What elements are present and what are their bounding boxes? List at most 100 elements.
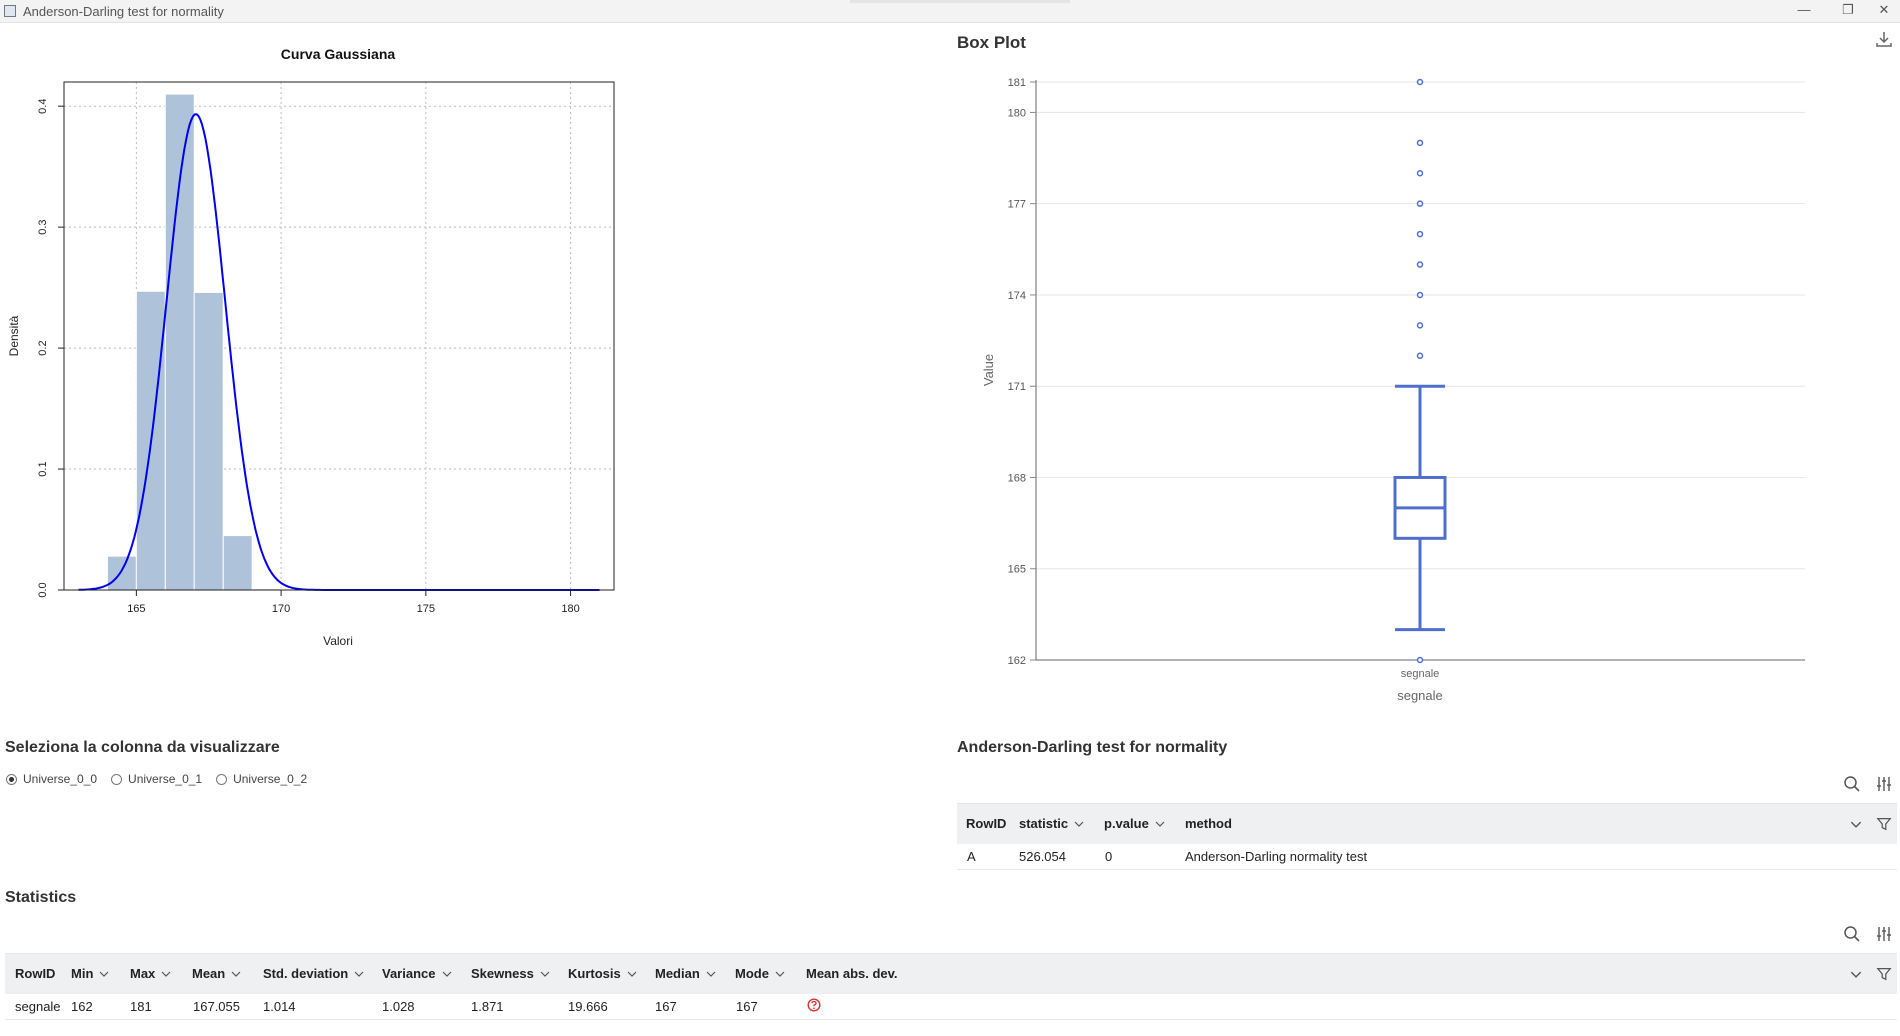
boxplot-y-axis-label: Value [981, 354, 996, 386]
column-header-method[interactable]: method [1185, 816, 1232, 831]
chevron-down-icon[interactable] [442, 971, 452, 977]
outlier-point[interactable] [1416, 261, 1424, 268]
search-icon[interactable] [1843, 775, 1861, 793]
warning-icon[interactable] [807, 998, 821, 1012]
column-radio-group: Universe_0_0 Universe_0_1 Universe_0_2 [6, 772, 307, 786]
y-tick-label: 174 [1008, 290, 1026, 302]
radio-button[interactable] [216, 773, 228, 785]
column-header-mode[interactable]: Mode [735, 966, 785, 981]
chevron-down-icon[interactable] [161, 971, 171, 977]
close-button[interactable]: ✕ [1866, 0, 1900, 22]
cell-mean: 167.055 [193, 999, 240, 1014]
boxplot-category-label: segnale [1401, 668, 1440, 680]
chevron-down-icon[interactable] [354, 971, 364, 977]
outlier-point[interactable] [1416, 78, 1424, 86]
chevron-down-icon[interactable] [540, 971, 550, 977]
filter-icon[interactable] [1876, 816, 1892, 832]
cell-rowid: A [967, 849, 976, 864]
y-tick-label: 181 [1008, 77, 1026, 89]
cell-mean-abs-dev [807, 998, 821, 1015]
chevron-down-icon[interactable] [775, 971, 785, 977]
radio-label: Universe_0_0 [23, 772, 98, 786]
x-tick-label: 180 [561, 603, 579, 615]
chevron-down-icon[interactable] [627, 971, 637, 977]
radio-button-selected[interactable] [6, 773, 17, 785]
histogram-bar [106, 555, 137, 591]
column-header-variance[interactable]: Variance [382, 966, 452, 981]
outlier-point[interactable] [1416, 291, 1424, 299]
column-header-mean[interactable]: Mean [192, 966, 241, 981]
histogram-bar [164, 93, 195, 591]
y-tick-label: 171 [1008, 381, 1026, 393]
outlier-point[interactable] [1416, 352, 1424, 360]
y-tick-label: 0.0 [37, 582, 49, 597]
column-header-std-deviation[interactable]: Std. deviation [263, 966, 364, 981]
chevron-down-icon[interactable] [706, 971, 716, 977]
radio-option-universe-0-1[interactable]: Universe_0_1 [111, 772, 202, 786]
radio-option-universe-0-0[interactable]: Universe_0_0 [6, 772, 97, 786]
cell-max: 181 [130, 999, 152, 1014]
chevron-down-icon[interactable] [1850, 821, 1862, 828]
x-tick-label: 170 [272, 603, 290, 615]
histogram-title: Curva Gaussiana [281, 46, 396, 62]
column-header-mean-abs-dev[interactable]: Mean abs. dev. [806, 966, 898, 981]
column-header-statistic[interactable]: statistic [1019, 816, 1084, 831]
y-tick-label: 162 [1008, 655, 1026, 667]
filter-icon[interactable] [1876, 966, 1892, 982]
cell-kurtosis: 19.666 [568, 999, 608, 1014]
column-header-min[interactable]: Min [71, 966, 109, 981]
chevron-down-icon[interactable] [1850, 971, 1862, 978]
cell-rowid: segnale [15, 999, 61, 1014]
drag-strip[interactable] [850, 0, 1070, 3]
column-header-median[interactable]: Median [655, 966, 716, 981]
download-icon[interactable] [1875, 30, 1893, 48]
column-selector-title: Seleziona la colonna da visualizzare [5, 739, 280, 756]
minimize-button[interactable]: — [1786, 0, 1822, 22]
chevron-down-icon[interactable] [99, 971, 109, 977]
window-titlebar: Anderson-Darling test for normality — ❐ … [0, 0, 1900, 23]
header-actions [1850, 966, 1892, 982]
histogram-bar [222, 535, 253, 591]
restore-button[interactable]: ❐ [1830, 0, 1866, 22]
header-actions [1850, 816, 1892, 832]
outlier-point[interactable] [1416, 656, 1424, 664]
outlier-point[interactable] [1416, 200, 1424, 207]
table-row[interactable]: segnale 162 181 167.055 1.014 1.028 1.87… [5, 993, 1897, 1020]
outlier-point[interactable] [1416, 139, 1424, 147]
y-tick-label: 177 [1008, 199, 1026, 211]
search-icon[interactable] [1843, 925, 1861, 943]
table-row[interactable]: A 526.054 0 Anderson-Darling normality t… [957, 843, 1897, 870]
radio-button[interactable] [111, 773, 123, 785]
chevron-down-icon[interactable] [1155, 821, 1165, 827]
boxplot-chart: 162 165 168 171 174 177 180 181 segnale segnale… [981, 77, 1805, 703]
column-settings-icon[interactable] [1875, 925, 1893, 943]
column-header-max[interactable]: Max [130, 966, 171, 981]
cell-median: 167 [655, 999, 677, 1014]
column-settings-icon[interactable] [1875, 775, 1893, 793]
outlier-point[interactable] [1416, 230, 1424, 238]
cell-method: Anderson-Darling normality test [1185, 849, 1368, 864]
y-tick-label: 168 [1008, 472, 1026, 484]
cell-variance: 1.028 [382, 999, 415, 1014]
outlier-point[interactable] [1416, 170, 1424, 177]
chevron-down-icon[interactable] [1074, 821, 1084, 827]
y-tick-label: 0.3 [37, 219, 49, 234]
chevron-down-icon[interactable] [231, 971, 241, 977]
column-header-rowid[interactable]: RowID [966, 816, 1006, 831]
ad-test-table: RowID statistic p.value method A 526.054… [957, 803, 1897, 871]
column-header-skewness[interactable]: Skewness [471, 966, 550, 981]
column-header-p-value[interactable]: p.value [1104, 816, 1165, 831]
statistics-table: RowID Min Max Mean Std. deviation Varian… [5, 953, 1897, 1021]
radio-option-universe-0-2[interactable]: Universe_0_2 [216, 772, 307, 786]
y-tick-label: 0.1 [37, 461, 49, 476]
statistics-title: Statistics [5, 889, 77, 906]
histogram-y-axis-label: Densità [7, 315, 21, 356]
table-header: RowID statistic p.value method [957, 803, 1897, 844]
cell-statistic: 526.054 [1019, 849, 1066, 864]
table-header: RowID Min Max Mean Std. deviation Varian… [5, 953, 1897, 994]
boxplot-title: Box Plot [957, 33, 1026, 52]
outlier-point[interactable] [1416, 322, 1424, 329]
column-header-kurtosis[interactable]: Kurtosis [568, 966, 637, 981]
column-header-rowid[interactable]: RowID [15, 966, 55, 981]
histogram-bar [193, 291, 224, 591]
